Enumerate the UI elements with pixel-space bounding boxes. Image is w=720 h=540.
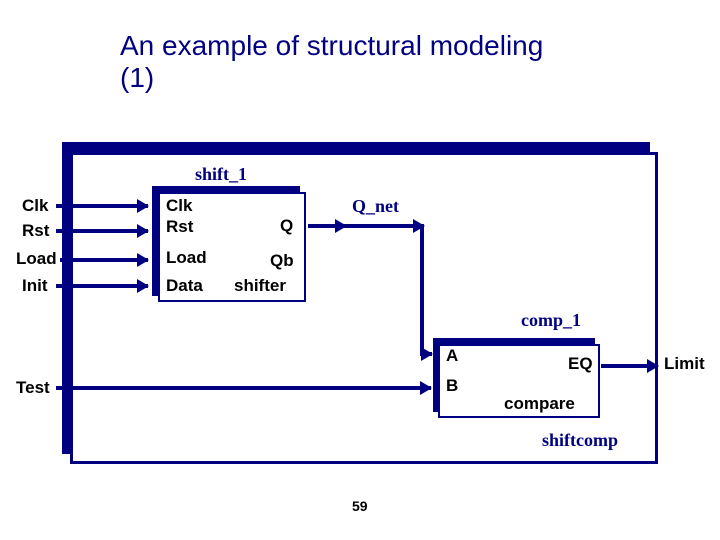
- wire-q-h1b: [346, 224, 424, 228]
- input-init: Init: [22, 276, 48, 296]
- top-module-label: shiftcomp: [542, 430, 618, 451]
- compare-module-label: compare: [504, 394, 575, 414]
- input-rst: Rst: [22, 221, 49, 241]
- arrow-test: [56, 386, 431, 390]
- arrow-into-a: [420, 352, 432, 356]
- arrow-load: [60, 258, 148, 262]
- title-line1: An example of structural modeling: [120, 30, 543, 61]
- shifter-port-data: Data: [166, 276, 203, 296]
- page-title: An example of structural modeling (1): [120, 30, 543, 94]
- net-q-label: Q_net: [352, 196, 399, 217]
- compare-port-eq: EQ: [568, 354, 593, 374]
- compare-port-a: A: [446, 346, 458, 366]
- input-clk: Clk: [22, 196, 48, 216]
- compare-instance-label: comp_1: [521, 310, 581, 331]
- arrow-rst: [56, 229, 148, 233]
- shifter-port-load: Load: [166, 248, 207, 268]
- shifter-port-clk: Clk: [166, 196, 192, 216]
- slide: An example of structural modeling (1) sh…: [0, 0, 720, 540]
- shifter-port-q: Q: [280, 216, 293, 236]
- shifter-module-label: shifter: [234, 276, 286, 296]
- shifter-port-qb: Qb: [270, 251, 294, 271]
- shifter-instance-label: shift_1: [195, 164, 247, 185]
- compare-port-b: B: [446, 376, 458, 396]
- shifter-port-rst: Rst: [166, 217, 193, 237]
- title-line2: (1): [120, 62, 543, 94]
- wire-q-v2: [420, 224, 424, 355]
- page-number: 59: [352, 498, 368, 514]
- arrow-clk: [56, 204, 148, 208]
- input-load: Load: [16, 249, 57, 269]
- input-test: Test: [16, 378, 50, 398]
- wire-q-h1: [308, 224, 346, 228]
- output-limit: Limit: [664, 354, 705, 374]
- arrow-init: [56, 284, 148, 288]
- arrow-eq: [601, 364, 658, 368]
